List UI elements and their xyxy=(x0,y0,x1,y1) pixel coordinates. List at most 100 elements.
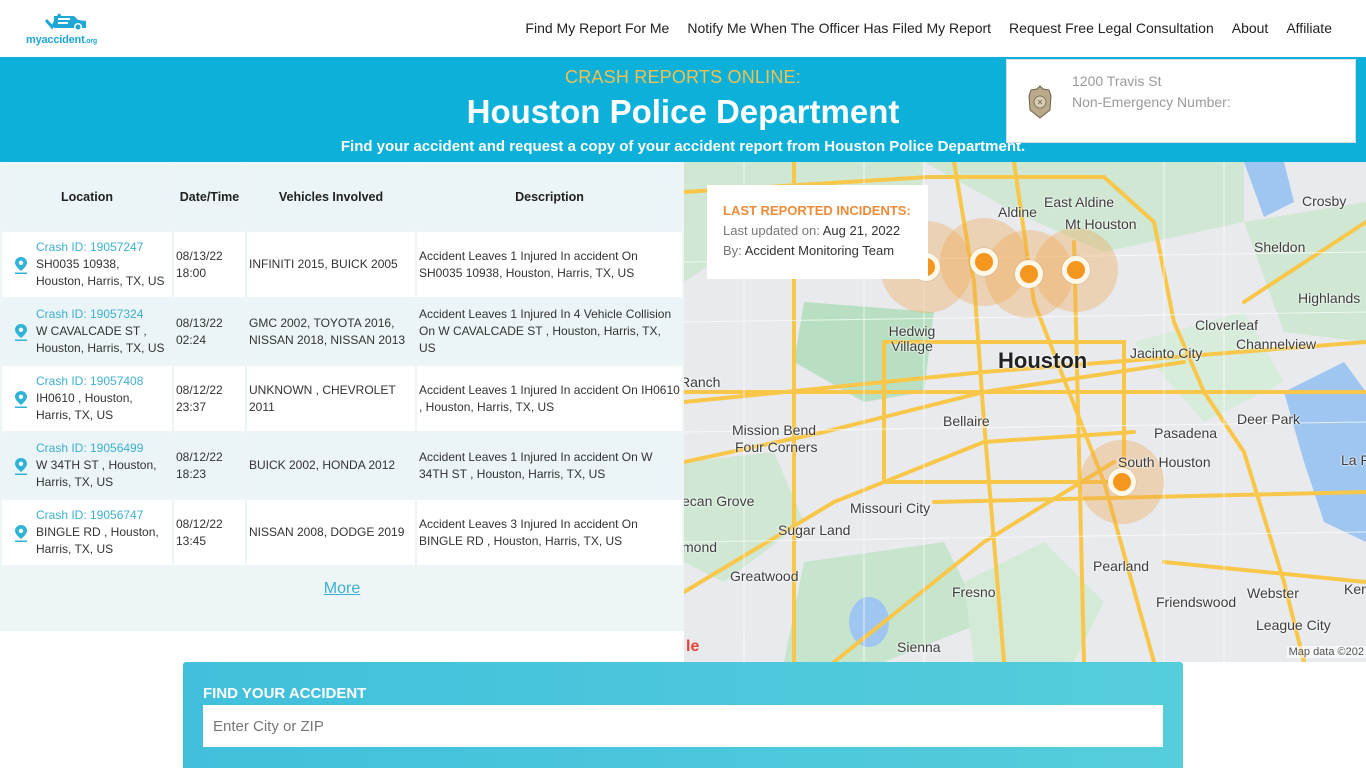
location-cell: Crash ID: 19057247 SH0035 10938, Houston… xyxy=(2,232,172,297)
agency-phone-label: Non-Emergency Number: xyxy=(1072,94,1231,110)
main-nav: Find My Report For Me Notify Me When The… xyxy=(525,20,1332,36)
location-pin-icon xyxy=(15,457,27,475)
map-label-missouri-city: Missouri City xyxy=(850,500,931,516)
updated-by-value: Accident Monitoring Team xyxy=(744,243,895,258)
map-label-la-porte: La P xyxy=(1341,452,1366,468)
nav-find-my-report[interactable]: Find My Report For Me xyxy=(525,20,669,36)
table-row[interactable]: Crash ID: 19056499 W 34TH ST , Houston, … xyxy=(2,433,682,498)
description-cell: Accident Leaves 3 Injured In accident On… xyxy=(417,500,682,565)
crash-reports-table-panel: Location Date/Time Vehicles Involved Des… xyxy=(0,162,684,631)
header-date-time: Date/Time xyxy=(174,164,245,230)
time-text: 18:23 xyxy=(176,466,207,481)
incident-marker[interactable] xyxy=(1062,256,1090,284)
description-cell: Accident Leaves 1 Injured In accident On… xyxy=(417,232,682,297)
google-logo-fragment: le xyxy=(686,638,700,655)
location-cell: Crash ID: 19057324 W CAVALCADE ST , Hous… xyxy=(2,299,172,364)
last-updated-value: Aug 21, 2022 xyxy=(822,223,901,238)
map-label-deer-park: Deer Park xyxy=(1237,411,1301,427)
nav-legal-consultation[interactable]: Request Free Legal Consultation xyxy=(1009,20,1214,36)
site-logo[interactable]: myaccident.org xyxy=(26,8,106,48)
location-cell: Crash ID: 19056747 BINGLE RD , Houston, … xyxy=(2,500,172,565)
map-label-fresno: Fresno xyxy=(952,584,996,600)
map-label-pearland: Pearland xyxy=(1093,558,1150,574)
city-zip-search-input[interactable] xyxy=(203,705,1163,747)
description-cell: Accident Leaves 1 Injured In accident On… xyxy=(417,433,682,498)
map-label-webster: Webster xyxy=(1247,585,1299,601)
time-text: 13:45 xyxy=(176,533,207,548)
agency-info-card: 1200 Travis St Non-Emergency Number: xyxy=(1006,59,1356,143)
crash-id-link[interactable]: Crash ID: 19056499 xyxy=(36,440,170,457)
time-text: 18:00 xyxy=(176,265,207,280)
nav-about[interactable]: About xyxy=(1232,20,1269,36)
map-label-pasadena: Pasadena xyxy=(1154,425,1218,441)
date-text: 08/13/22 xyxy=(176,315,223,330)
police-badge-icon xyxy=(1028,85,1052,119)
more-link[interactable]: More xyxy=(0,580,684,598)
time-text: 02:24 xyxy=(176,332,207,347)
crash-id-link[interactable]: Crash ID: 19057324 xyxy=(36,306,170,323)
find-accident-title: FIND YOUR ACCIDENT xyxy=(203,685,367,702)
table-row[interactable]: Crash ID: 19056747 BINGLE RD , Houston, … xyxy=(2,500,682,565)
vehicles-cell: GMC 2002, TOYOTA 2016, NISSAN 2018, NISS… xyxy=(247,299,415,364)
incident-marker[interactable] xyxy=(1108,468,1136,496)
car-checkmark-logo-icon xyxy=(44,13,86,31)
table-row[interactable]: Crash ID: 19057408 IH0610 , Houston, Har… xyxy=(2,366,682,431)
date-text: 08/12/22 xyxy=(176,382,223,397)
updated-by-line: By: Accident Monitoring Team xyxy=(723,243,912,258)
vehicles-cell: NISSAN 2008, DODGE 2019 xyxy=(247,500,415,565)
map-label-sheldon: Sheldon xyxy=(1254,239,1306,255)
map-label-highlands: Highlands xyxy=(1298,290,1361,306)
find-your-accident-panel: FIND YOUR ACCIDENT xyxy=(183,662,1183,768)
map-label-crosby: Crosby xyxy=(1302,193,1347,209)
header-location: Location xyxy=(2,164,172,230)
last-reported-incidents-card: LAST REPORTED INCIDENTS: Last updated on… xyxy=(707,185,928,279)
location-pin-icon xyxy=(15,524,27,542)
vehicles-cell: INFINITI 2015, BUICK 2005 xyxy=(247,232,415,297)
date-text: 08/12/22 xyxy=(176,516,223,531)
map-label-pecan-grove: ecan Grove xyxy=(684,493,755,509)
location-text: W CAVALCADE ST , Houston, Harris, TX, US xyxy=(36,324,165,355)
nav-notify-me[interactable]: Notify Me When The Officer Has Filed My … xyxy=(687,20,991,36)
top-navigation-bar: myaccident.org Find My Report For Me Not… xyxy=(0,0,1366,57)
incident-marker[interactable] xyxy=(1015,260,1043,288)
crash-id-link[interactable]: Crash ID: 19056747 xyxy=(36,507,170,524)
date-time-cell: 08/13/22 18:00 xyxy=(174,232,245,297)
agency-address: 1200 Travis St xyxy=(1072,73,1162,89)
table-row[interactable]: Crash ID: 19057247 SH0035 10938, Houston… xyxy=(2,232,682,297)
map-label-east-aldine: East Aldine xyxy=(1044,194,1115,210)
map-data-credit[interactable]: Map data ©202 xyxy=(1286,646,1366,658)
location-text: W 34TH ST , Houston, Harris, TX, US xyxy=(36,458,157,489)
map-label-south-houston: South Houston xyxy=(1118,454,1211,470)
map-label-hedwig-village: Hedwig Village xyxy=(888,323,936,354)
map-label-sugar-land: Sugar Land xyxy=(778,522,851,538)
map-label-mt-houston: Mt Houston xyxy=(1065,216,1137,232)
nav-affiliate[interactable]: Affiliate xyxy=(1286,20,1332,36)
description-cell: Accident Leaves 1 Injured In 4 Vehicle C… xyxy=(417,299,682,364)
map-label-richmond: mond xyxy=(684,539,718,555)
location-pin-icon xyxy=(15,390,27,408)
map-label-greatwood: Greatwood xyxy=(730,568,799,584)
crash-id-link[interactable]: Crash ID: 19057247 xyxy=(36,239,170,256)
location-cell: Crash ID: 19057408 IH0610 , Houston, Har… xyxy=(2,366,172,431)
incidents-map[interactable]: Aldine East Aldine Mt Houston Crosby She… xyxy=(684,162,1366,662)
date-text: 08/13/22 xyxy=(176,248,223,263)
crash-id-link[interactable]: Crash ID: 19057408 xyxy=(36,373,170,390)
incident-card-title: LAST REPORTED INCIDENTS: xyxy=(723,203,911,218)
date-time-cell: 08/13/22 02:24 xyxy=(174,299,245,364)
date-time-cell: 08/12/22 18:23 xyxy=(174,433,245,498)
description-cell: Accident Leaves 1 Injured In accident On… xyxy=(417,366,682,431)
incident-marker[interactable] xyxy=(970,248,998,276)
map-label-league-city: League City xyxy=(1256,617,1331,633)
location-pin-icon xyxy=(15,256,27,274)
last-updated-label: Last updated on: xyxy=(723,223,820,238)
crash-reports-table: Location Date/Time Vehicles Involved Des… xyxy=(0,162,684,567)
map-label-aldine: Aldine xyxy=(998,204,1037,220)
updated-by-label: By: xyxy=(723,243,742,258)
logo-suffix: .org xyxy=(84,38,98,45)
map-label-ranch: Ranch xyxy=(684,374,721,390)
table-row[interactable]: Crash ID: 19057324 W CAVALCADE ST , Hous… xyxy=(2,299,682,364)
map-label-cloverleaf: Cloverleaf xyxy=(1195,317,1259,333)
header-description: Description xyxy=(417,164,682,230)
map-label-houston: Houston xyxy=(998,348,1088,373)
time-text: 23:37 xyxy=(176,399,207,414)
